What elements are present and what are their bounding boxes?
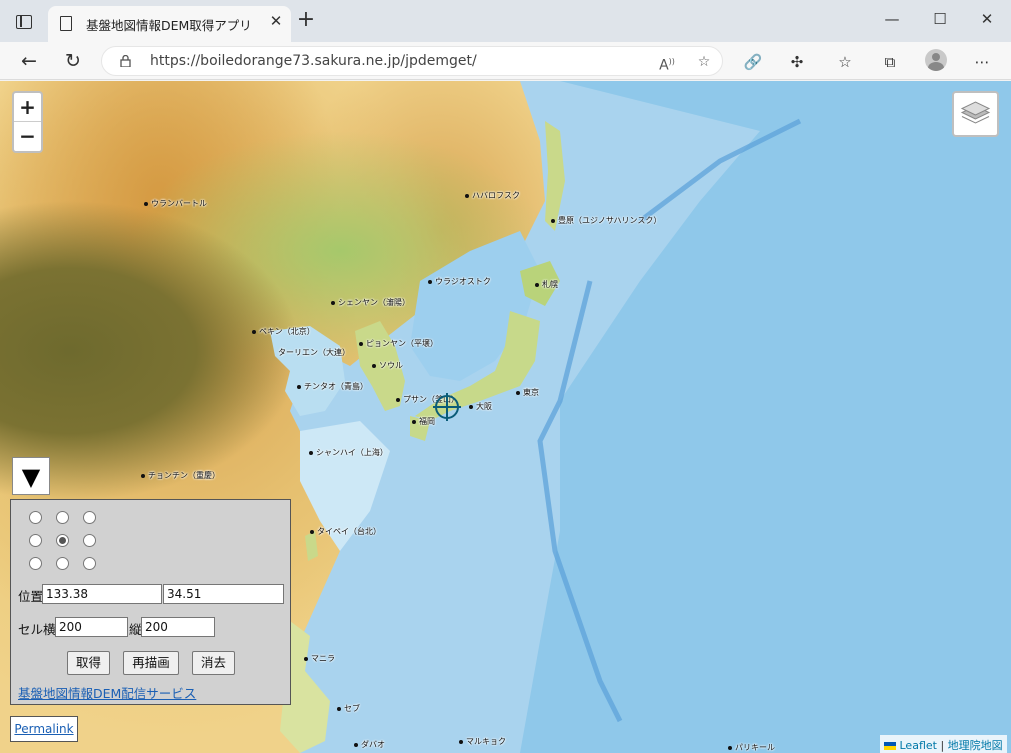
layers-button[interactable] — [952, 91, 999, 137]
zoom-in-button[interactable]: + — [14, 93, 41, 122]
attribution-separator: | — [936, 739, 948, 752]
page-icon — [60, 16, 72, 31]
get-button[interactable]: 取得 — [67, 651, 110, 675]
browser-tab-bar: 基盤地図情報DEM取得アプリ ✕ + — ☐ ✕ — [0, 0, 1011, 42]
tab-actions-icon[interactable] — [16, 15, 32, 29]
anchor-radio-bottom-right[interactable] — [83, 557, 96, 570]
panel-toggle-button[interactable]: ▼ — [12, 457, 50, 495]
place-label: ピョンヤン（平壌） — [359, 338, 438, 349]
close-tab-icon[interactable]: ✕ — [266, 12, 286, 30]
permalink-link[interactable]: Permalink — [10, 716, 78, 742]
place-label: ハバロフスク — [465, 190, 520, 201]
anchor-radio-bottom-left[interactable] — [29, 557, 42, 570]
attribution: Leaflet | 地理院地図 — [880, 735, 1007, 753]
place-label: 豊原（ユジノサハリンスク） — [551, 215, 661, 226]
tab-title: 基盤地図情報DEM取得アプリ — [86, 18, 252, 33]
place-label: ターリエン（大連） — [278, 348, 350, 357]
place-label: チョンチン（重慶） — [141, 470, 220, 481]
new-tab-icon[interactable]: + — [295, 9, 317, 31]
latitude-input[interactable]: 34.51 — [163, 584, 284, 604]
address-bar[interactable]: https://boiledorange73.sakura.ne.jp/jpde… — [101, 46, 723, 76]
cell-width-label: セル横 — [18, 622, 56, 637]
close-window-icon[interactable]: ✕ — [972, 10, 1002, 28]
cell-height-label: 縦 — [129, 622, 142, 637]
position-label: 位置 — [18, 589, 44, 604]
layers-icon — [960, 101, 991, 124]
place-label: ダバオ — [354, 739, 385, 750]
collections-icon[interactable]: ⧉ — [878, 50, 902, 74]
anchor-radio-center[interactable] — [56, 534, 69, 547]
dem-control-panel: 位置 133.38 34.51 セル横 200 縦 200 取得 再描画 消去 … — [10, 499, 291, 705]
ukraine-flag-icon — [884, 742, 896, 750]
place-label: シャンハイ（上海） — [309, 447, 388, 458]
zoom-out-button[interactable]: − — [14, 122, 41, 151]
place-label: パリキール — [728, 742, 775, 753]
lock-icon — [120, 55, 131, 67]
back-icon[interactable]: ← — [15, 48, 43, 74]
redraw-button[interactable]: 再描画 — [123, 651, 179, 675]
place-label: チンタオ（青島） — [297, 381, 368, 392]
place-label: マニラ — [304, 653, 335, 664]
place-label: 東京 — [516, 387, 539, 398]
profile-avatar[interactable] — [925, 49, 947, 71]
anchor-radio-middle-left[interactable] — [29, 534, 42, 547]
place-label: 札幌 — [535, 279, 558, 290]
place-label: ウランバートル — [144, 198, 207, 209]
anchor-radio-top-left[interactable] — [29, 511, 42, 524]
place-label: ペキン（北京） — [252, 326, 315, 337]
place-label: シェンヤン（瀋陽） — [331, 297, 410, 308]
crosshair-marker[interactable] — [433, 393, 461, 421]
place-label: マルキョク — [459, 736, 506, 747]
browser-tab[interactable]: 基盤地図情報DEM取得アプリ ✕ — [48, 6, 291, 42]
dem-service-link[interactable]: 基盤地図情報DEM配信サービス — [18, 683, 196, 702]
read-aloud-icon[interactable]: A)) — [655, 51, 679, 74]
link-extension-icon[interactable]: 🔗 — [741, 50, 765, 74]
refresh-icon[interactable]: ↻ — [59, 48, 87, 74]
place-label: ソウル — [372, 360, 403, 371]
add-favorite-icon[interactable]: ☆ — [692, 51, 716, 73]
url-text: https://boiledorange73.sakura.ne.jp/jpde… — [150, 53, 477, 69]
place-label: 大阪 — [469, 401, 492, 412]
cell-height-input[interactable]: 200 — [141, 617, 215, 637]
leaflet-link[interactable]: Leaflet — [900, 739, 937, 752]
more-icon[interactable]: ⋯ — [970, 50, 994, 74]
minimize-icon[interactable]: — — [877, 10, 907, 28]
browser-toolbar: ← ↻ https://boiledorange73.sakura.ne.jp/… — [0, 42, 1011, 80]
anchor-radio-top-right[interactable] — [83, 511, 96, 524]
anchor-radio-top-center[interactable] — [56, 511, 69, 524]
map-view[interactable]: ウランバートル ハバロフスク 豊原（ユジノサハリンスク） ウラジオストク 札幌 … — [0, 81, 1011, 753]
longitude-input[interactable]: 133.38 — [42, 584, 162, 604]
place-label: セブ — [337, 703, 360, 714]
extensions-icon[interactable]: ✣ — [785, 50, 809, 74]
maximize-icon[interactable]: ☐ — [925, 10, 955, 28]
place-label: タイペイ（台北） — [310, 526, 381, 537]
anchor-radio-bottom-center[interactable] — [56, 557, 69, 570]
place-label: ウラジオストク — [428, 276, 491, 287]
anchor-radio-middle-right[interactable] — [83, 534, 96, 547]
gsi-map-link[interactable]: 地理院地図 — [948, 739, 1003, 752]
clear-button[interactable]: 消去 — [192, 651, 235, 675]
favorites-icon[interactable]: ☆ — [833, 50, 857, 74]
place-label: 福岡 — [412, 416, 435, 427]
zoom-control: + − — [12, 91, 43, 153]
cell-width-input[interactable]: 200 — [55, 617, 128, 637]
